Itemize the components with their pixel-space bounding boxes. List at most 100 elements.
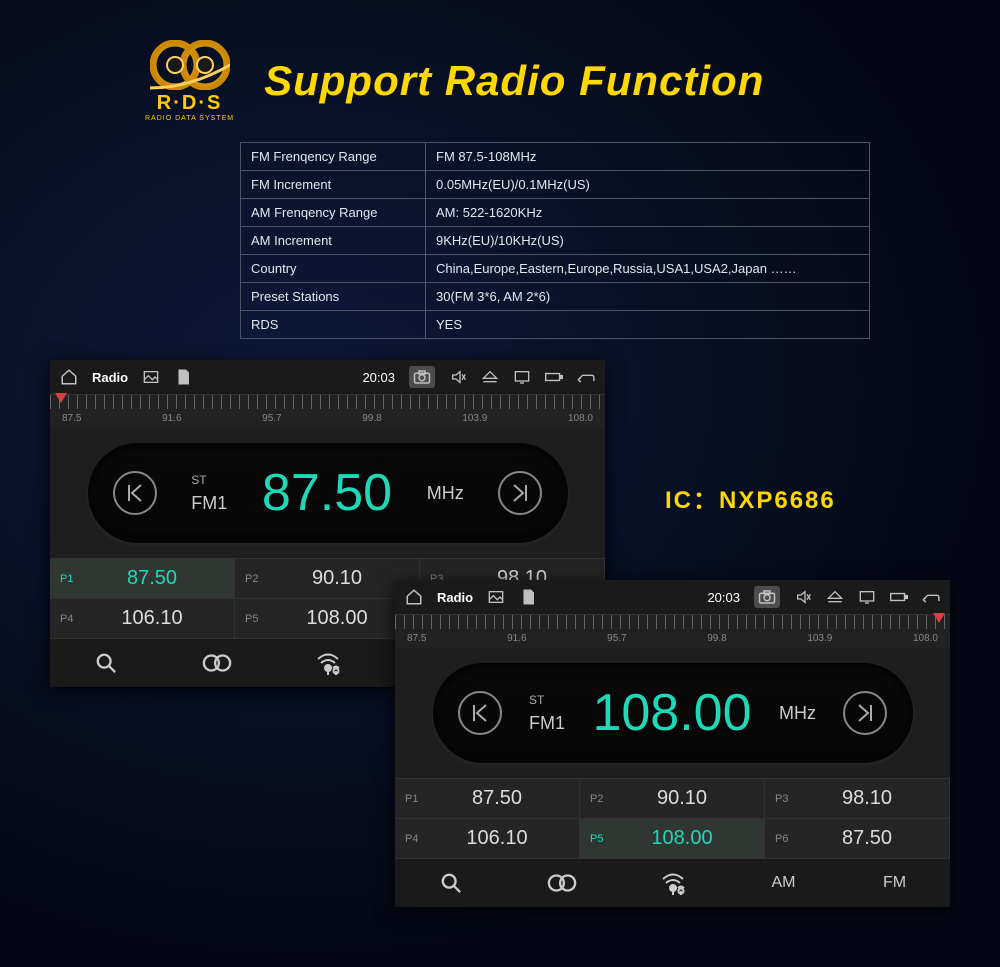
tick-label: 99.8 bbox=[362, 413, 381, 428]
preset-number: P5 bbox=[245, 613, 265, 625]
preset-value: 90.10 bbox=[630, 787, 754, 810]
preset-cell[interactable]: P5108.00 bbox=[580, 819, 765, 859]
spec-label: AM Increment bbox=[241, 227, 426, 255]
rds-logo: R·D·S RADIO DATA SYSTEM bbox=[145, 40, 234, 122]
back-icon[interactable] bbox=[922, 588, 940, 606]
search-icon[interactable] bbox=[421, 872, 481, 894]
tick-label: 108.0 bbox=[913, 633, 938, 648]
table-row: CountryChina,Europe,Eastern,Europe,Russi… bbox=[241, 255, 870, 283]
preset-number: P4 bbox=[60, 613, 80, 625]
frequency-unit: MHz bbox=[779, 703, 816, 724]
preset-value: 87.50 bbox=[100, 567, 224, 590]
spec-label: FM Increment bbox=[241, 171, 426, 199]
dial-ruler[interactable]: 87.591.695.799.8103.9108.0 bbox=[50, 394, 605, 428]
search-icon[interactable] bbox=[76, 652, 136, 674]
fm-button[interactable]: FM bbox=[865, 874, 925, 892]
preset-value: 98.10 bbox=[815, 787, 939, 810]
preset-number: P4 bbox=[405, 833, 425, 845]
table-row: FM Increment0.05MHz(EU)/0.1MHz(US) bbox=[241, 171, 870, 199]
preset-cell[interactable]: P5 108.00 bbox=[235, 599, 420, 639]
table-row: RDSYES bbox=[241, 311, 870, 339]
next-button[interactable] bbox=[843, 691, 887, 735]
spec-value: 30(FM 3*6, AM 2*6) bbox=[426, 283, 870, 311]
preset-value: 106.10 bbox=[100, 607, 224, 630]
rds-text: R·D·S bbox=[157, 92, 223, 115]
back-icon[interactable] bbox=[577, 368, 595, 386]
app-name: Radio bbox=[437, 590, 473, 605]
screen-icon[interactable] bbox=[513, 368, 531, 386]
spec-label: AM Frenqency Range bbox=[241, 199, 426, 227]
app-name: Radio bbox=[92, 370, 128, 385]
preset-number: P3 bbox=[775, 793, 795, 805]
picture-icon[interactable] bbox=[142, 368, 160, 386]
preset-value: 87.50 bbox=[445, 787, 569, 810]
preset-cell[interactable]: P2 90.10 bbox=[235, 559, 420, 599]
tick-label: 95.7 bbox=[262, 413, 281, 428]
dial-ruler[interactable]: 87.591.695.799.8103.9108.0 bbox=[395, 614, 950, 648]
preset-value: 108.00 bbox=[630, 827, 754, 850]
screen-icon[interactable] bbox=[858, 588, 876, 606]
prev-button[interactable] bbox=[113, 471, 157, 515]
tick-label: 87.5 bbox=[407, 633, 426, 648]
eject-icon[interactable] bbox=[481, 368, 499, 386]
frequency-value: 87.50 bbox=[262, 463, 392, 523]
stereo-icon[interactable] bbox=[532, 873, 592, 893]
preset-number: P6 bbox=[775, 833, 795, 845]
preset-value: 90.10 bbox=[285, 567, 409, 590]
preset-value: 108.00 bbox=[285, 607, 409, 630]
next-button[interactable] bbox=[498, 471, 542, 515]
statusbar: Radio 20:03 bbox=[50, 360, 605, 394]
preset-cell[interactable]: P3 98.10 bbox=[765, 779, 950, 819]
bottom-controls: AM FM bbox=[395, 859, 950, 907]
frequency-display: ST FM1 108.00 MHz bbox=[395, 648, 950, 778]
page-title: Support Radio Function bbox=[264, 57, 764, 105]
band-label: FM1 bbox=[191, 493, 227, 514]
frequency-display: ST FM1 87.50 MHz bbox=[50, 428, 605, 558]
preset-cell[interactable]: P187.50 bbox=[395, 779, 580, 819]
spec-label: FM Frenqency Range bbox=[241, 143, 426, 171]
spec-table: FM Frenqency RangeFM 87.5-108MHzFM Incre… bbox=[240, 142, 870, 339]
mute-icon[interactable] bbox=[449, 368, 467, 386]
dial-marker bbox=[933, 613, 945, 623]
preset-cell[interactable]: P4106.10 bbox=[395, 819, 580, 859]
spec-value: 9KHz(EU)/10KHz(US) bbox=[426, 227, 870, 255]
spec-label: RDS bbox=[241, 311, 426, 339]
camera-icon[interactable] bbox=[409, 366, 435, 388]
spec-value: FM 87.5-108MHz bbox=[426, 143, 870, 171]
stereo-label: ST bbox=[191, 473, 227, 487]
preset-cell[interactable]: P290.10 bbox=[580, 779, 765, 819]
table-row: AM Increment9KHz(EU)/10KHz(US) bbox=[241, 227, 870, 255]
preset-cell[interactable]: P187.50 bbox=[50, 559, 235, 599]
rds-subtitle: RADIO DATA SYSTEM bbox=[145, 115, 234, 122]
tick-label: 103.9 bbox=[807, 633, 832, 648]
preset-cell[interactable]: P4 106.10 bbox=[50, 599, 235, 639]
stereo-icon[interactable] bbox=[187, 653, 247, 673]
time: 20:03 bbox=[707, 590, 740, 605]
spec-label: Preset Stations bbox=[241, 283, 426, 311]
home-icon[interactable] bbox=[405, 588, 423, 606]
am-button[interactable]: AM bbox=[754, 874, 814, 892]
ic-label: IC：NXP6686 bbox=[665, 480, 836, 515]
antenna-icon[interactable] bbox=[298, 651, 358, 675]
time: 20:03 bbox=[362, 370, 395, 385]
tick-label: 108.0 bbox=[568, 413, 593, 428]
camera-icon[interactable] bbox=[754, 586, 780, 608]
sdcard-icon[interactable] bbox=[519, 588, 537, 606]
tick-label: 91.6 bbox=[507, 633, 526, 648]
table-row: AM Frenqency RangeAM: 522-1620KHz bbox=[241, 199, 870, 227]
preset-number: P2 bbox=[245, 573, 265, 585]
dial-marker bbox=[55, 393, 67, 403]
prev-button[interactable] bbox=[458, 691, 502, 735]
battery-icon bbox=[890, 588, 908, 606]
picture-icon[interactable] bbox=[487, 588, 505, 606]
eject-icon[interactable] bbox=[826, 588, 844, 606]
frequency-unit: MHz bbox=[427, 483, 464, 504]
mute-icon[interactable] bbox=[794, 588, 812, 606]
preset-cell[interactable]: P6 87.50 bbox=[765, 819, 950, 859]
sdcard-icon[interactable] bbox=[174, 368, 192, 386]
antenna-icon[interactable] bbox=[643, 871, 703, 895]
preset-value: 87.50 bbox=[815, 827, 939, 850]
spec-label: Country bbox=[241, 255, 426, 283]
home-icon[interactable] bbox=[60, 368, 78, 386]
spec-value: 0.05MHz(EU)/0.1MHz(US) bbox=[426, 171, 870, 199]
